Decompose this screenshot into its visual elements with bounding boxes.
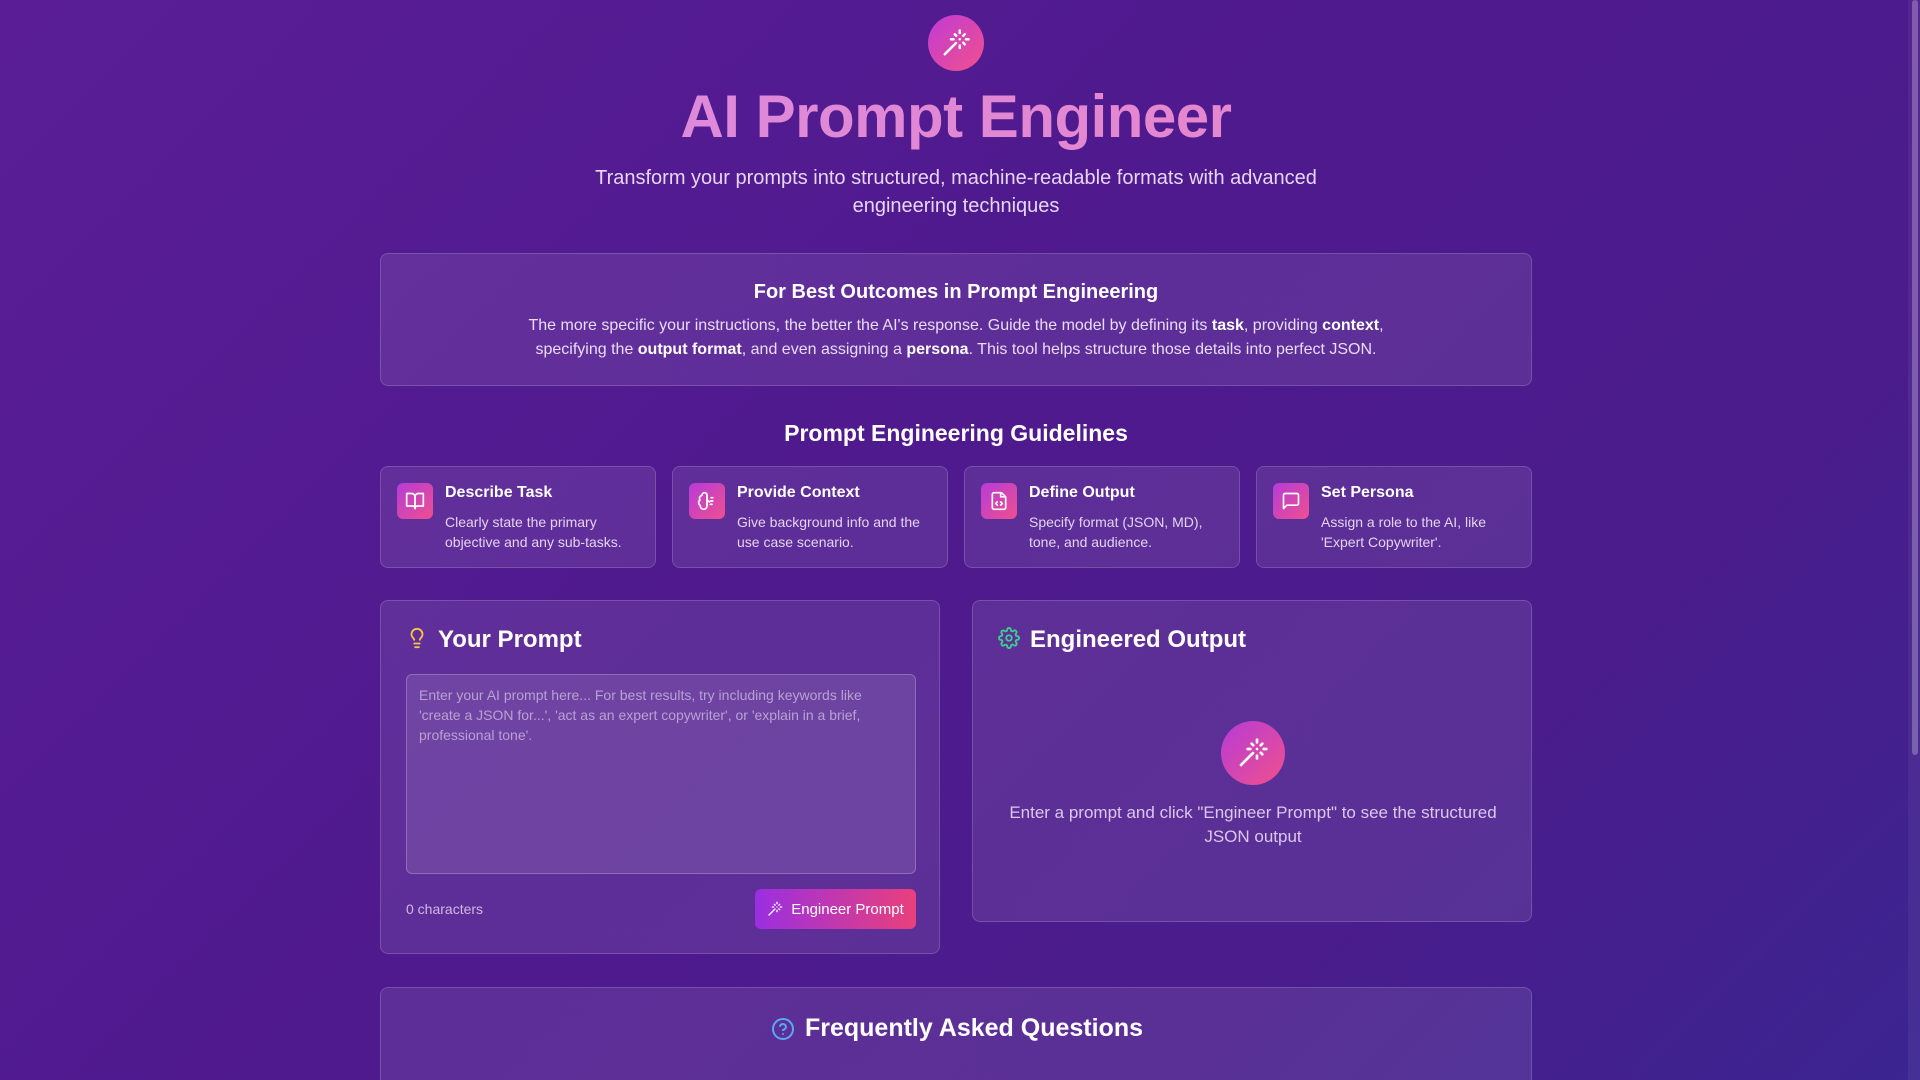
prompt-input[interactable] bbox=[406, 674, 916, 874]
lightbulb-icon bbox=[406, 627, 428, 654]
faq-section: Frequently Asked Questions bbox=[380, 987, 1532, 1080]
magic-wand-icon bbox=[1221, 721, 1285, 785]
guideline-title: Describe Task bbox=[445, 484, 553, 501]
output-panel-title: Engineered Output bbox=[1030, 626, 1246, 653]
guideline-card-define-output: Define Output Specify format (JSON, MD),… bbox=[964, 466, 1240, 568]
guideline-card-describe-task: Describe Task Clearly state the primary … bbox=[380, 466, 656, 568]
prompt-panel: Your Prompt 0 characters Engineer Prompt bbox=[380, 600, 940, 954]
guideline-description: Specify format (JSON, MD), tone, and aud… bbox=[1029, 514, 1203, 550]
tips-text: , providing bbox=[1243, 317, 1323, 334]
gear-icon bbox=[998, 626, 1020, 654]
page-scrollbar[interactable] bbox=[1908, 0, 1920, 1080]
output-panel-header: Engineered Output bbox=[998, 626, 1246, 654]
faq-header: Frequently Asked Questions bbox=[381, 1014, 1533, 1043]
file-code-icon bbox=[981, 483, 1017, 519]
prompt-panel-title: Your Prompt bbox=[438, 626, 582, 653]
page-title: AI Prompt Engineer bbox=[380, 82, 1532, 151]
output-empty-state-text: Enter a prompt and click "Engineer Promp… bbox=[1009, 803, 1497, 846]
guideline-title: Define Output bbox=[1029, 484, 1135, 501]
guideline-title: Set Persona bbox=[1321, 484, 1414, 501]
scrollbar-thumb[interactable] bbox=[1912, 0, 1918, 755]
guideline-description: Give background info and the use case sc… bbox=[737, 514, 920, 550]
faq-title: Frequently Asked Questions bbox=[804, 1014, 1144, 1042]
magic-wand-icon bbox=[767, 901, 783, 917]
guideline-description: Clearly state the primary objective and … bbox=[445, 514, 622, 550]
tips-bold-task: task bbox=[1211, 317, 1244, 334]
tips-bold-persona: persona bbox=[906, 341, 969, 358]
best-outcomes-heading: For Best Outcomes in Prompt Engineering bbox=[753, 281, 1159, 303]
book-open-icon bbox=[397, 483, 433, 519]
magic-wand-icon bbox=[928, 15, 984, 71]
engineer-prompt-button[interactable]: Engineer Prompt bbox=[755, 889, 916, 929]
tips-bold-output-format: output format bbox=[637, 341, 742, 358]
character-count: 0 characters bbox=[406, 901, 484, 917]
brain-icon bbox=[689, 483, 725, 519]
tips-bold-context: context bbox=[1322, 317, 1380, 334]
guideline-title: Provide Context bbox=[737, 484, 860, 501]
best-outcomes-text: The more specific your instructions, the… bbox=[506, 314, 1406, 362]
page-subtitle: Transform your prompts into structured, … bbox=[595, 167, 1317, 217]
engineer-prompt-label: Engineer Prompt bbox=[791, 900, 904, 918]
guideline-card-set-persona: Set Persona Assign a role to the AI, lik… bbox=[1256, 466, 1532, 568]
guideline-description: Assign a role to the AI, like 'Expert Co… bbox=[1321, 514, 1486, 550]
best-outcomes-card: For Best Outcomes in Prompt Engineering … bbox=[380, 253, 1532, 386]
tips-text: . This tool helps structure those detail… bbox=[968, 341, 1377, 358]
prompt-panel-header: Your Prompt bbox=[406, 626, 582, 654]
tips-text: The more specific your instructions, the… bbox=[528, 317, 1212, 334]
output-panel: Engineered Output Enter a prompt and cli… bbox=[972, 600, 1532, 922]
guidelines-heading: Prompt Engineering Guidelines bbox=[784, 420, 1128, 446]
message-square-icon bbox=[1273, 483, 1309, 519]
tips-text: , and even assigning a bbox=[741, 341, 907, 358]
guideline-card-provide-context: Provide Context Give background info and… bbox=[672, 466, 948, 568]
help-circle-icon bbox=[771, 1017, 795, 1041]
guidelines-grid: Describe Task Clearly state the primary … bbox=[380, 466, 1532, 568]
